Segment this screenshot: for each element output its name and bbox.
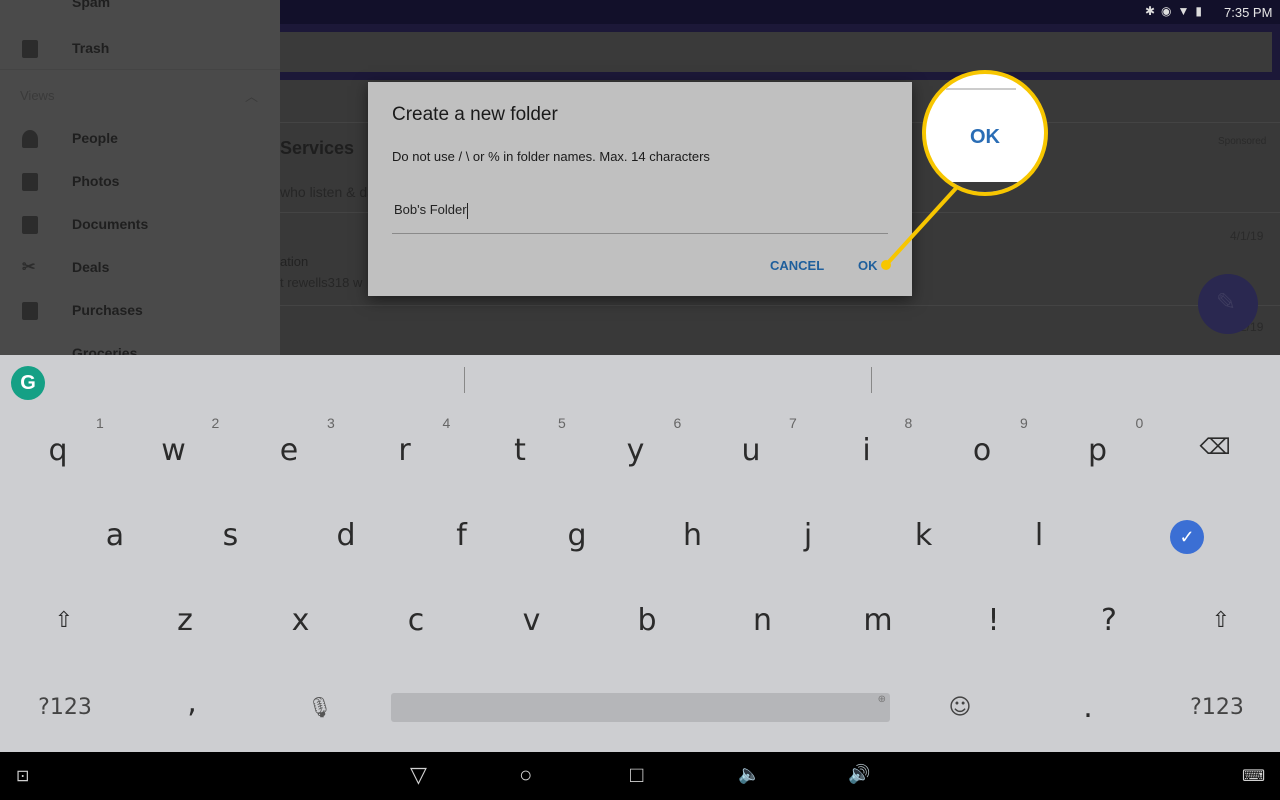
done-key[interactable]: ✓ (1170, 520, 1204, 554)
hint-8: 8 (904, 415, 913, 431)
period-key[interactable]: . (1058, 690, 1118, 725)
hint-0: 0 (1135, 415, 1144, 431)
shift-key-left[interactable]: ⇧ (34, 608, 94, 633)
key-?[interactable]: ? (1079, 603, 1139, 638)
grammarly-icon[interactable]: G (11, 366, 45, 400)
callout-ok-label: OK (970, 126, 1000, 148)
key-h[interactable]: h (663, 518, 723, 553)
hint-7: 7 (789, 415, 797, 431)
recents-icon[interactable]: □ (630, 762, 643, 788)
backspace-key[interactable]: ⌫ (1185, 435, 1245, 460)
hint-1: 1 (96, 415, 104, 431)
key-n[interactable]: n (733, 603, 793, 638)
key-c[interactable]: c (386, 603, 446, 638)
key-e[interactable]: e (259, 433, 319, 468)
emoji-key[interactable]: ☺ (930, 695, 990, 720)
hint-2: 2 (211, 415, 220, 431)
key-m[interactable]: m (848, 603, 908, 638)
screenshot-icon[interactable]: ⊡ (16, 766, 29, 786)
shift-key-right[interactable]: ⇧ (1191, 608, 1251, 633)
key-l[interactable]: l (1009, 518, 1069, 553)
space-bar[interactable]: ⊕ (391, 693, 890, 722)
navigation-bar: ⊡ ▽ ○ □ 🔈 🔊 ⌨ (0, 752, 1280, 800)
comma-key[interactable]: , (162, 685, 222, 720)
ok-callout-magnifier: OK (922, 70, 1048, 196)
key-d[interactable]: d (316, 518, 376, 553)
hint-9: 9 (1020, 415, 1028, 431)
hint-4: 4 (442, 415, 451, 431)
hint-5: 5 (558, 415, 566, 431)
key-s[interactable]: s (201, 518, 261, 553)
key-q[interactable]: q (28, 433, 88, 468)
key-k[interactable]: k (894, 518, 954, 553)
key-v[interactable]: v (502, 603, 562, 638)
key-z[interactable]: z (155, 603, 215, 638)
hint-6: 6 (673, 415, 682, 431)
keyboard-icon[interactable]: ⌨ (1242, 766, 1265, 786)
microphone-icon[interactable]: 🎙 (290, 695, 350, 719)
key-![interactable]: ! (964, 603, 1024, 638)
on-screen-keyboard: G 1 2 3 4 5 6 7 8 9 0 q w e r t y u i o p a s d f g h j k l z x c v b n m!?… (0, 355, 1280, 752)
key-u[interactable]: u (721, 433, 781, 468)
key-j[interactable]: j (778, 518, 838, 553)
symbols-key-left[interactable]: ?123 (20, 695, 110, 720)
key-r[interactable]: r (375, 433, 435, 468)
volume-up-icon[interactable]: 🔊 (848, 764, 870, 785)
key-a[interactable]: a (85, 518, 145, 553)
key-f[interactable]: f (432, 518, 492, 553)
key-b[interactable]: b (617, 603, 677, 638)
key-i[interactable]: i (837, 433, 897, 468)
hint-3: 3 (327, 415, 335, 431)
key-p[interactable]: p (1068, 433, 1128, 468)
key-t[interactable]: t (490, 433, 550, 468)
home-icon[interactable]: ○ (519, 762, 532, 788)
key-y[interactable]: y (606, 433, 666, 468)
key-o[interactable]: o (952, 433, 1012, 468)
globe-icon: ⊕ (877, 694, 886, 705)
symbols-key-right[interactable]: ?123 (1172, 695, 1262, 720)
key-g[interactable]: g (547, 518, 607, 553)
volume-down-icon[interactable]: 🔈 (738, 764, 760, 785)
key-x[interactable]: x (271, 603, 331, 638)
back-icon[interactable]: ▽ (410, 762, 427, 788)
key-w[interactable]: w (144, 433, 204, 468)
